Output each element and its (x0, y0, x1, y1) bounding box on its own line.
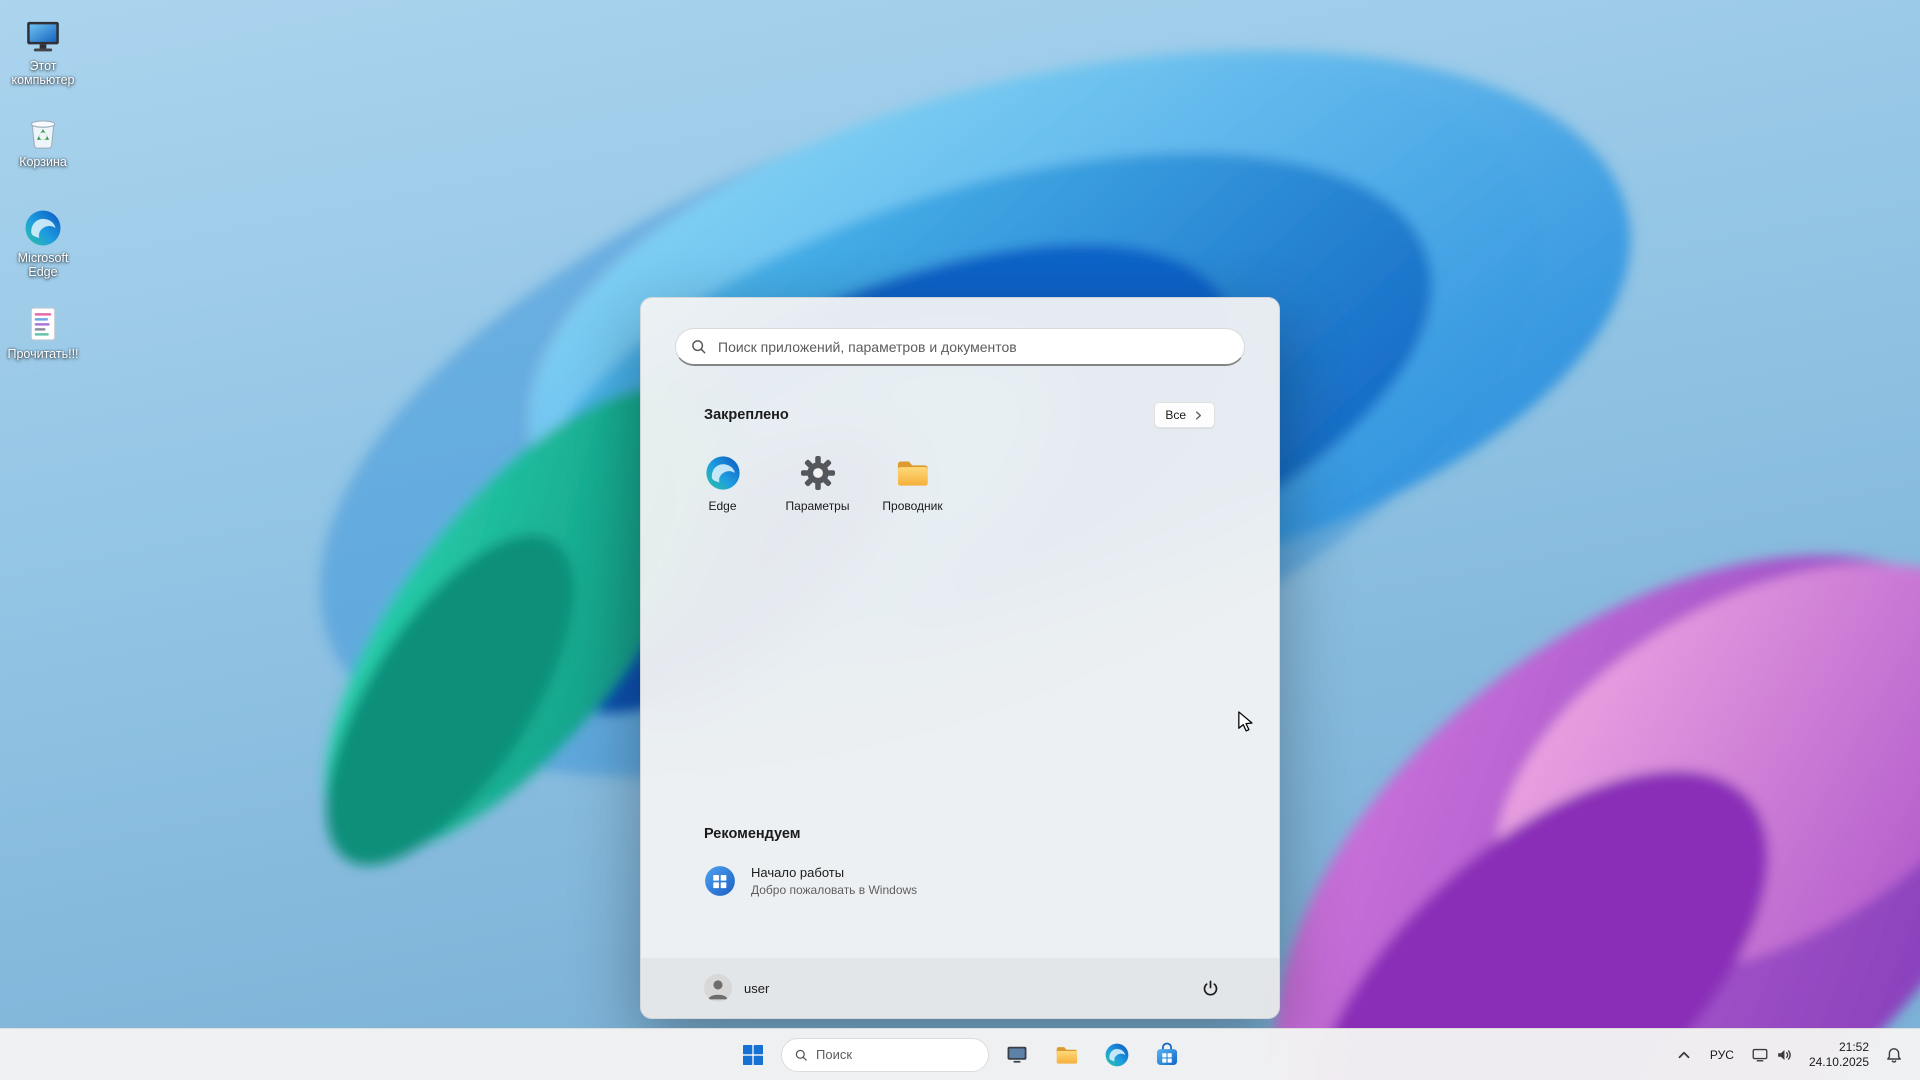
pinned-app-edge[interactable]: Edge (675, 448, 770, 534)
system-tray: РУС 21:52 24.10.2025 (1670, 1029, 1908, 1080)
notification-center-button[interactable] (1880, 1035, 1908, 1075)
recommended-item-text: Начало работы Добро пожаловать в Windows (751, 865, 917, 897)
recommended-item-title: Начало работы (751, 865, 917, 880)
recommended-item-get-started[interactable]: Начало работы Добро пожаловать в Windows (689, 854, 989, 908)
taskbar-app-store[interactable] (1145, 1033, 1189, 1077)
taskbar-app-file-explorer[interactable] (1045, 1033, 1089, 1077)
desktop-icon-edge[interactable]: Microsoft Edge (2, 208, 84, 304)
taskbar-search-box[interactable] (781, 1038, 989, 1072)
taskbar: РУС 21:52 24.10.2025 (0, 1028, 1920, 1080)
pinned-section-header: Закреплено Все (704, 402, 1215, 428)
start-search-area (641, 298, 1279, 366)
desktop-icon-recycle-bin[interactable]: Корзина (2, 112, 84, 208)
taskbar-app-monitor[interactable] (995, 1033, 1039, 1077)
recommended-title: Рекомендуем (704, 826, 1245, 842)
volume-icon (1775, 1046, 1793, 1064)
clock-time: 21:52 (1839, 1040, 1869, 1055)
recommended-section: Рекомендуем Начало работы Добро пожалова… (641, 826, 1279, 908)
clock[interactable]: 21:52 24.10.2025 (1802, 1035, 1876, 1075)
pinned-all-button[interactable]: Все (1154, 402, 1215, 428)
taskbar-center-cluster (731, 1029, 1189, 1080)
edge-icon (1104, 1042, 1130, 1068)
desktop-icon-label: Этот компьютер (4, 59, 82, 87)
windows-start-icon (741, 1043, 765, 1067)
taskbar-app-edge[interactable] (1095, 1033, 1139, 1077)
pinned-app-label: Проводник (882, 499, 942, 513)
notification-bell-icon (1885, 1046, 1903, 1064)
edge-icon (23, 208, 63, 248)
edge-icon (704, 454, 742, 492)
settings-gear-icon (799, 454, 837, 492)
desktop-icon-label: Microsoft Edge (4, 251, 82, 279)
folder-icon (1054, 1042, 1080, 1068)
desktop-icon-this-pc[interactable]: Этот компьютер (2, 16, 84, 112)
user-avatar (704, 974, 732, 1002)
monitor-app-icon (1004, 1042, 1030, 1068)
start-menu-footer: user (641, 958, 1279, 1018)
readme-icon (23, 304, 63, 344)
network-icon (1751, 1046, 1769, 1064)
chevron-up-icon (1675, 1046, 1693, 1064)
search-icon (690, 338, 707, 355)
start-menu-panel: Закреплено Все Edge (640, 297, 1280, 1019)
pinned-app-label: Edge (708, 499, 736, 513)
user-profile-button[interactable]: user (694, 968, 779, 1008)
language-indicator[interactable]: РУС (1702, 1035, 1742, 1075)
search-icon (794, 1048, 808, 1062)
pinned-all-label: Все (1165, 408, 1186, 422)
chevron-right-icon (1193, 410, 1204, 421)
pinned-app-settings[interactable]: Параметры (770, 448, 865, 534)
recycle-bin-icon (23, 112, 63, 152)
user-name-label: user (744, 981, 769, 996)
start-button[interactable] (731, 1033, 775, 1077)
get-started-icon (703, 864, 737, 898)
power-button[interactable] (1190, 968, 1230, 1008)
folder-icon (894, 454, 932, 492)
pinned-app-explorer[interactable]: Проводник (865, 448, 960, 534)
store-icon (1154, 1042, 1180, 1068)
recommended-item-subtitle: Добро пожаловать в Windows (751, 883, 917, 897)
desktop-icon-column: Этот компьютер Корзина Microsoft Edge (2, 16, 84, 400)
pinned-app-label: Параметры (786, 499, 850, 513)
network-volume-button[interactable] (1746, 1035, 1798, 1075)
start-search-box[interactable] (675, 328, 1245, 366)
taskbar-search-input[interactable] (782, 1039, 988, 1071)
desktop-icon-readme[interactable]: Прочитать!!! (2, 304, 84, 400)
pinned-title: Закреплено (704, 407, 789, 423)
this-pc-icon (23, 16, 63, 56)
pinned-apps-grid: Edge Параметры (641, 428, 1279, 534)
clock-date: 24.10.2025 (1809, 1055, 1869, 1070)
desktop-icon-label: Корзина (19, 155, 67, 169)
start-search-input[interactable] (676, 329, 1244, 364)
power-icon (1201, 979, 1220, 998)
tray-chevron-button[interactable] (1670, 1035, 1698, 1075)
desktop-icon-label: Прочитать!!! (7, 347, 78, 361)
